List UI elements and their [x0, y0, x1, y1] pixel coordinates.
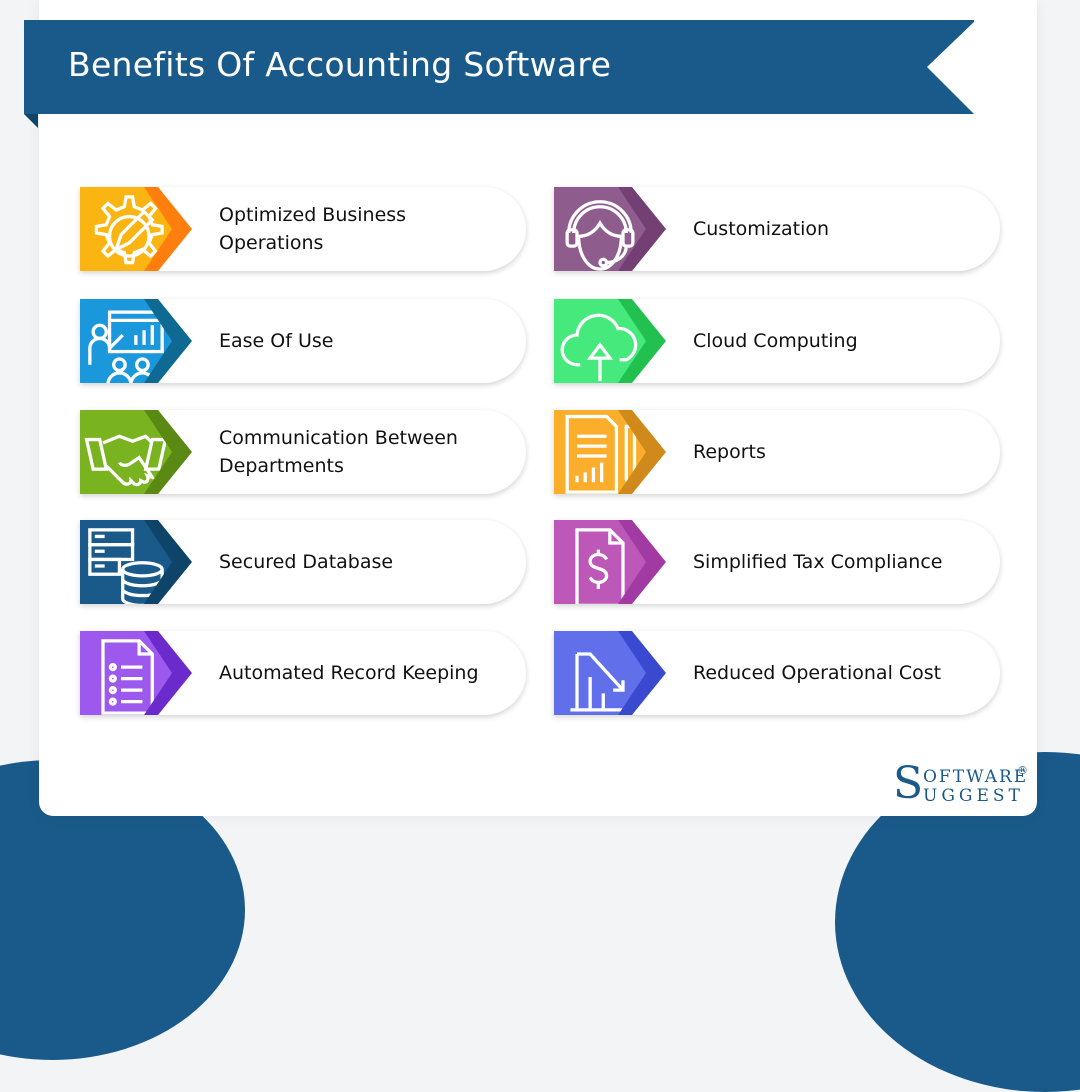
benefit-label: Ease Of Use	[219, 330, 334, 352]
softwaresuggest-logo: S OFTWARE UGGEST ®	[893, 758, 1033, 812]
registered-mark: ®	[1017, 764, 1028, 777]
benefit-item: Reduced Operational Cost	[554, 631, 1000, 715]
benefit-label: Secured Database	[219, 551, 394, 573]
benefit-item: Automated Record Keeping	[80, 631, 526, 715]
benefit-item: Simplified Tax Compliance	[554, 520, 1000, 604]
benefit-item: Optimized Business Operations	[80, 187, 526, 271]
benefit-label: Cloud Computing	[693, 330, 858, 352]
benefit-item: Customization	[554, 187, 1000, 271]
logo-word-top: OFTWARE	[923, 767, 1029, 787]
benefit-label: Communication Between Departments	[219, 427, 458, 477]
benefit-label: Customization	[693, 218, 830, 240]
benefit-label: Optimized Business Operations	[219, 204, 407, 254]
benefit-item: Cloud Computing	[554, 299, 1000, 383]
benefit-item: Communication Between Departments	[80, 410, 526, 494]
logo-initial: S	[893, 758, 924, 809]
benefit-item: Reports	[554, 410, 1000, 494]
benefit-label: Automated Record Keeping	[219, 662, 479, 684]
benefit-label: Reduced Operational Cost	[693, 662, 942, 684]
benefit-item: Ease Of Use	[80, 299, 526, 383]
benefit-label: Reports	[693, 441, 766, 463]
page-title: Benefits Of Accounting Software	[68, 45, 612, 84]
benefit-label: Simplified Tax Compliance	[693, 551, 943, 573]
logo-word-bottom: UGGEST	[923, 786, 1024, 806]
benefit-item: Secured Database	[80, 520, 526, 604]
ribbon-fold	[24, 114, 38, 128]
